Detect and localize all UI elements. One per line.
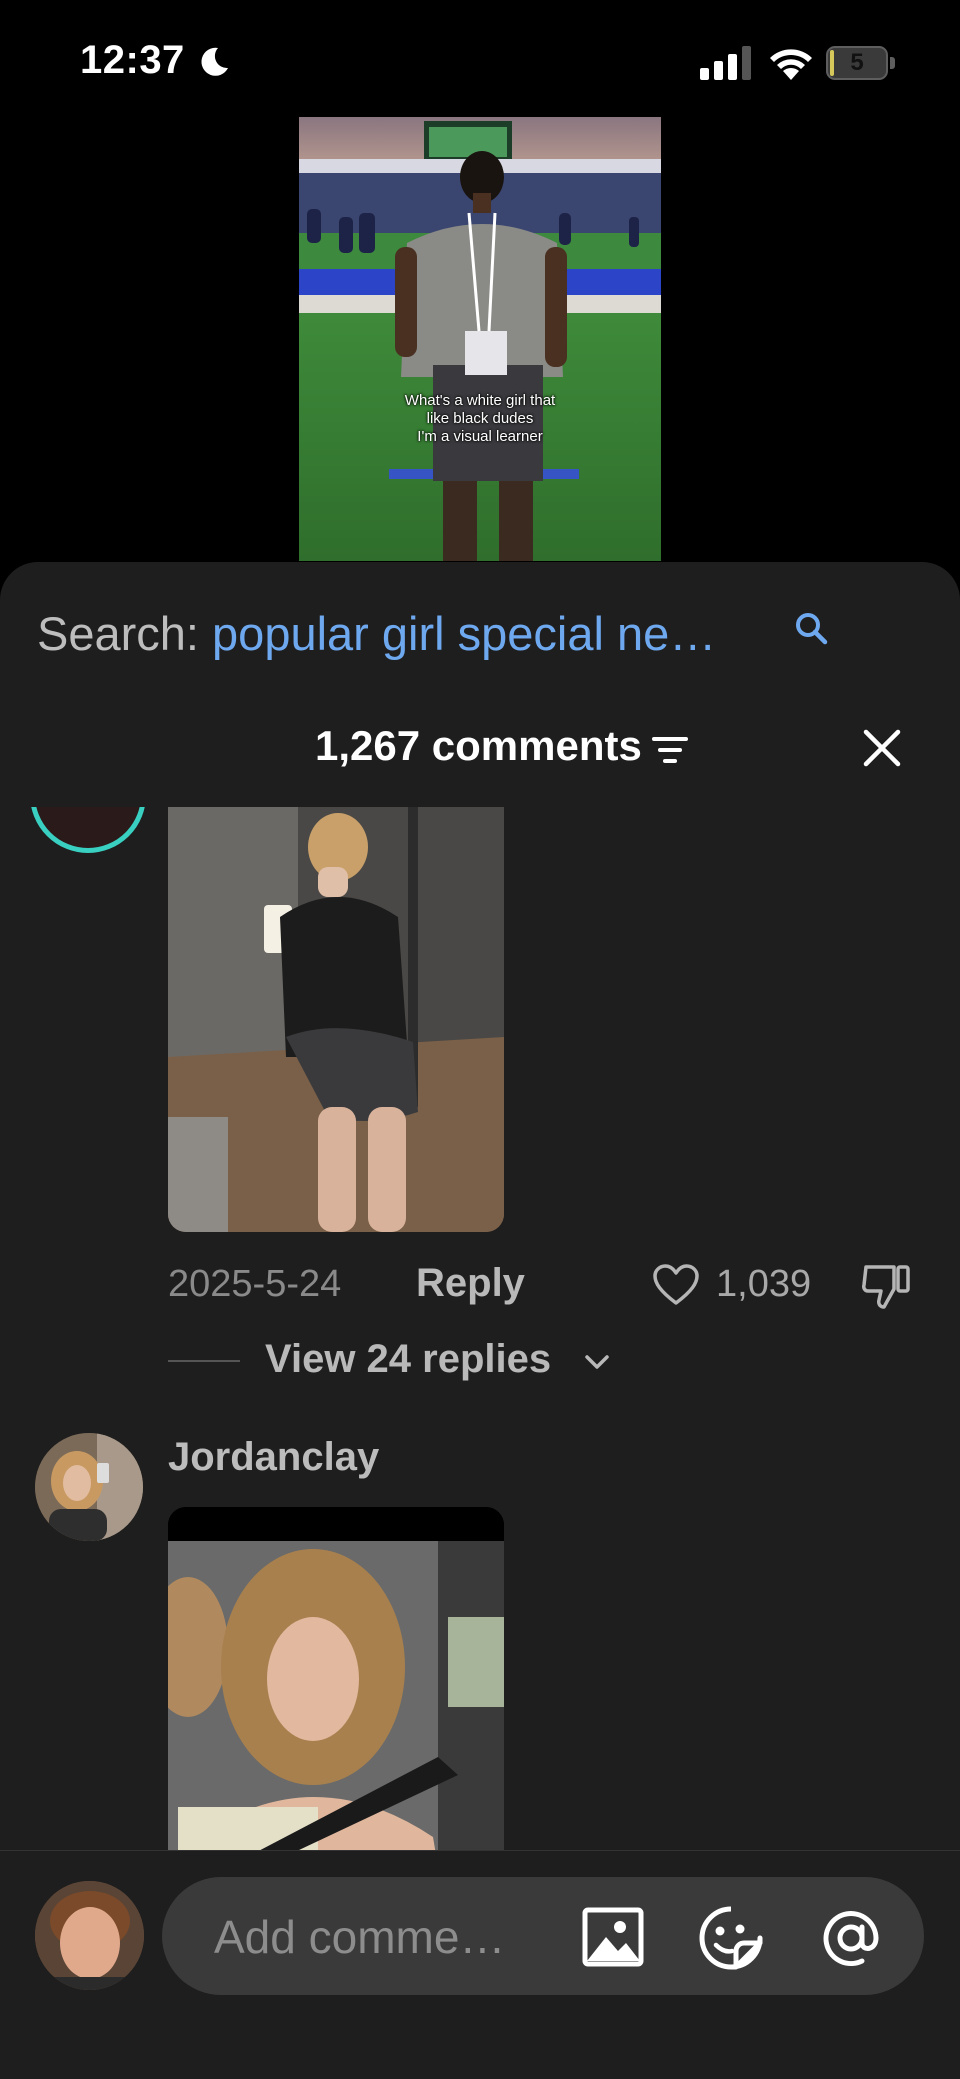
divider	[168, 1360, 240, 1362]
close-icon[interactable]	[862, 728, 902, 768]
view-replies-label: View 24 replies	[265, 1337, 552, 1381]
sort-icon[interactable]	[652, 734, 688, 766]
wifi-icon	[770, 49, 812, 80]
comments-header: 1,267 comments	[0, 722, 960, 782]
avatar[interactable]	[30, 807, 146, 853]
chevron-down-icon	[585, 1355, 609, 1369]
heart-icon[interactable]	[652, 1263, 700, 1307]
image-icon[interactable]	[582, 1907, 644, 1967]
reply-button[interactable]: Reply	[416, 1261, 525, 1306]
avatar-photo	[35, 1881, 144, 1990]
search-icon[interactable]	[793, 610, 829, 646]
avatar[interactable]	[35, 1433, 143, 1541]
search-query[interactable]: popular girl special ne…	[212, 607, 716, 660]
comment-composer	[0, 1850, 960, 2079]
moon-icon	[201, 47, 228, 76]
battery-level: 5	[850, 49, 864, 76]
status-time: 12:37	[80, 38, 185, 82]
caption-line: I'm a visual learner	[417, 428, 543, 445]
comment-image[interactable]	[168, 807, 504, 1232]
caption-line: like black dudes	[426, 410, 534, 427]
cellular-signal-icon	[700, 46, 751, 80]
caption-line: What's a white girl that	[404, 392, 556, 409]
video-player[interactable]: What's a white girl that like black dude…	[299, 117, 661, 561]
comment-image[interactable]	[168, 1507, 504, 1850]
mention-icon[interactable]	[818, 1905, 884, 1971]
avatar-photo	[35, 1433, 143, 1541]
comment-input[interactable]	[214, 1909, 544, 1965]
comment-photo	[168, 807, 504, 1232]
comment-username[interactable]: Jordanclay	[168, 1435, 379, 1480]
my-avatar[interactable]	[35, 1881, 144, 1990]
video-frame-image	[299, 117, 661, 561]
comment-date: 2025-5-24	[168, 1263, 342, 1305]
dislike-icon[interactable]	[860, 1261, 912, 1311]
like-count: 1,039	[716, 1263, 812, 1305]
status-bar: 12:37 5	[0, 0, 960, 120]
search-suggestion[interactable]: Search: popular girl special ne…	[37, 606, 716, 666]
search-label: Search:	[37, 607, 199, 660]
battery-icon: 5	[826, 46, 896, 80]
video-caption: What's a white girl that like black dude…	[299, 392, 661, 446]
comment-photo	[168, 1507, 504, 1850]
comment-input-container[interactable]	[162, 1877, 924, 1995]
comments-count: 1,267 comments	[315, 722, 642, 769]
comment-list[interactable]: 2025-5-24 Reply 1,039 View 24 replies Jo…	[0, 807, 960, 1850]
comment-meta: 2025-5-24 Reply 1,039	[168, 1255, 928, 1315]
emoji-sticker-icon[interactable]	[698, 1905, 764, 1971]
